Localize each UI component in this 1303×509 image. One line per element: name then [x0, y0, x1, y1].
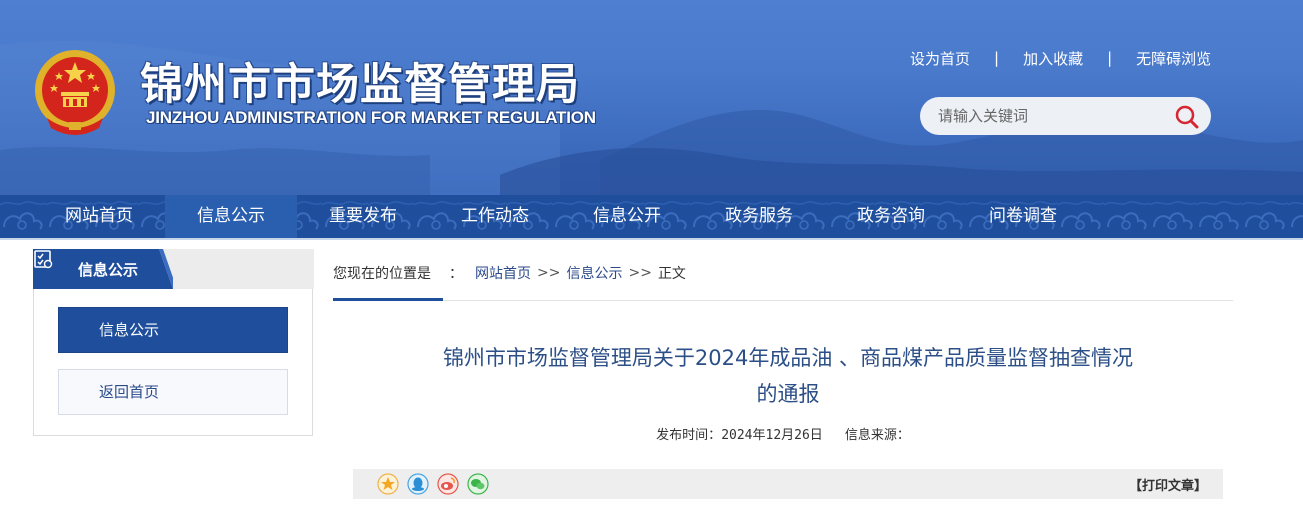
nav-list: 网站首页 信息公示 重要发布 工作动态 信息公开 政务服务 政务咨询 问卷调查: [33, 195, 1089, 238]
breadcrumb-label: 您现在的位置是: [333, 266, 431, 282]
site-title: 锦州市市场监督管理局: [140, 60, 580, 110]
breadcrumb-separator: >>: [537, 265, 561, 281]
nav-item-gov-consult[interactable]: 政务咨询: [825, 195, 957, 238]
nav-item-survey[interactable]: 问卷调查: [957, 195, 1089, 238]
site-subtitle: JINZHOU ADMINISTRATION FOR MARKET REGULA…: [146, 108, 596, 127]
article-title-line2: 的通报: [756, 382, 820, 406]
header-banner: 锦州市市场监督管理局 JINZHOU ADMINISTRATION FOR MA…: [0, 0, 1303, 195]
breadcrumb-underline: [333, 298, 443, 301]
publish-time-label: 发布时间：: [656, 428, 722, 443]
nav-item-home[interactable]: 网站首页: [33, 195, 165, 238]
source-label: 信息来源：: [844, 428, 910, 443]
sidebar-item-back-home[interactable]: 返回首页: [58, 369, 288, 415]
search-icon[interactable]: [1174, 104, 1200, 130]
link-separator: |: [1107, 49, 1113, 67]
add-favorite-link[interactable]: 加入收藏: [1023, 48, 1083, 69]
nav-divider: [0, 238, 1303, 240]
breadcrumb-row: 您现在的位置是 ： 网站首页 >> 信息公示 >> 正文: [333, 263, 686, 283]
wechat-icon[interactable]: [467, 473, 489, 495]
national-emblem-icon: [35, 50, 115, 135]
search-input[interactable]: [938, 106, 1168, 126]
main-nav: 网站首页 信息公示 重要发布 工作动态 信息公开 政务服务 政务咨询 问卷调查: [0, 195, 1303, 238]
breadcrumb-current: 正文: [657, 266, 686, 282]
link-separator: |: [994, 49, 1000, 67]
sidebar: 信息公示 信息公示 返回首页: [33, 249, 314, 436]
breadcrumb: 您现在的位置是 ： 网站首页 >> 信息公示 >> 正文: [333, 249, 1233, 301]
set-home-link[interactable]: 设为首页: [910, 48, 970, 69]
nav-item-info-disclosure[interactable]: 信息公开: [561, 195, 693, 238]
article-title: 锦州市市场监督管理局关于2024年成品油 、商品煤产品质量监督抽查情况 的通报: [383, 340, 1193, 412]
search-box: [920, 97, 1211, 135]
top-links: 设为首页 | 加入收藏 | 无障碍浏览: [910, 47, 1211, 69]
sidebar-header-tab: 信息公示: [33, 249, 173, 289]
nav-item-work-news[interactable]: 工作动态: [429, 195, 561, 238]
sidebar-heading: 信息公示: [78, 261, 139, 279]
nav-item-important-release[interactable]: 重要发布: [297, 195, 429, 238]
weibo-icon[interactable]: [437, 473, 459, 495]
nav-item-info-notice[interactable]: 信息公示: [165, 195, 297, 238]
breadcrumb-home-link[interactable]: 网站首页: [475, 263, 531, 283]
article-meta: 发布时间：2024年12月26日 信息来源：: [333, 424, 1233, 443]
checklist-icon: [34, 250, 53, 269]
publish-date: 2024年12月26日: [721, 428, 823, 443]
nav-item-gov-services[interactable]: 政务服务: [693, 195, 825, 238]
breadcrumb-separator: >>: [628, 265, 652, 281]
breadcrumb-colon: ：: [449, 266, 463, 282]
qq-icon[interactable]: [407, 473, 429, 495]
article-title-line1: 锦州市市场监督管理局关于2024年成品油 、商品煤产品质量监督抽查情况: [442, 346, 1134, 370]
accessible-browse-link[interactable]: 无障碍浏览: [1136, 48, 1211, 69]
share-bar: 【打印文章】: [353, 469, 1223, 499]
print-article-link[interactable]: 【打印文章】: [1129, 475, 1207, 494]
breadcrumb-info-notice-link[interactable]: 信息公示: [566, 263, 622, 283]
sidebar-header: 信息公示: [33, 249, 314, 289]
sidebar-item-info-notice[interactable]: 信息公示: [58, 307, 288, 353]
qzone-icon[interactable]: [377, 473, 399, 495]
